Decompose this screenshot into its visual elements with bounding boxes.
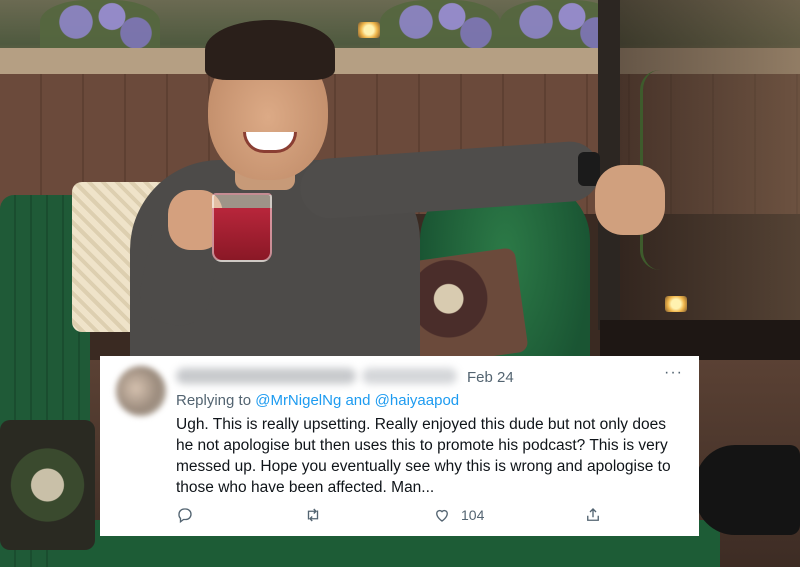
candle-light	[358, 22, 380, 38]
tweet-actions: 104	[176, 506, 686, 528]
retweet-icon	[307, 508, 319, 522]
avatar[interactable]	[116, 366, 166, 416]
like-button[interactable]: 104	[433, 506, 484, 524]
patterned-pillow	[0, 420, 95, 550]
heart-icon	[436, 509, 448, 522]
person-hand	[595, 165, 665, 235]
mention-link[interactable]: @MrNigelNg	[255, 392, 341, 409]
tweet-text: Ugh. This is really upsetting. Really en…	[176, 416, 671, 496]
person-hair	[205, 20, 335, 80]
lavender-plant	[40, 0, 160, 55]
replying-to-line: Replying to @MrNigelNg and @haiyaapod	[176, 392, 459, 409]
retweet-button[interactable]	[304, 506, 322, 524]
reply-icon	[178, 508, 192, 524]
tweet-card[interactable]: Feb 24 ··· Replying to @MrNigelNg and @h…	[100, 356, 699, 536]
like-count: 104	[461, 507, 485, 523]
cocktail-glass	[212, 193, 272, 262]
more-options-button[interactable]: ···	[664, 364, 683, 382]
mention-link[interactable]: @haiyaapod	[375, 392, 459, 409]
share-icon	[587, 508, 599, 521]
candle-light	[665, 296, 687, 312]
blurred-display-name	[176, 368, 356, 384]
lavender-plant	[380, 0, 500, 55]
black-boot	[695, 445, 800, 535]
side-table	[600, 320, 800, 360]
reply-button[interactable]	[176, 506, 194, 524]
replying-to-label: Replying to	[176, 392, 252, 409]
share-button[interactable]	[584, 506, 602, 524]
mention-connector: and	[345, 392, 371, 409]
tweet-date[interactable]: Feb 24	[467, 369, 514, 386]
blurred-username	[362, 368, 457, 384]
